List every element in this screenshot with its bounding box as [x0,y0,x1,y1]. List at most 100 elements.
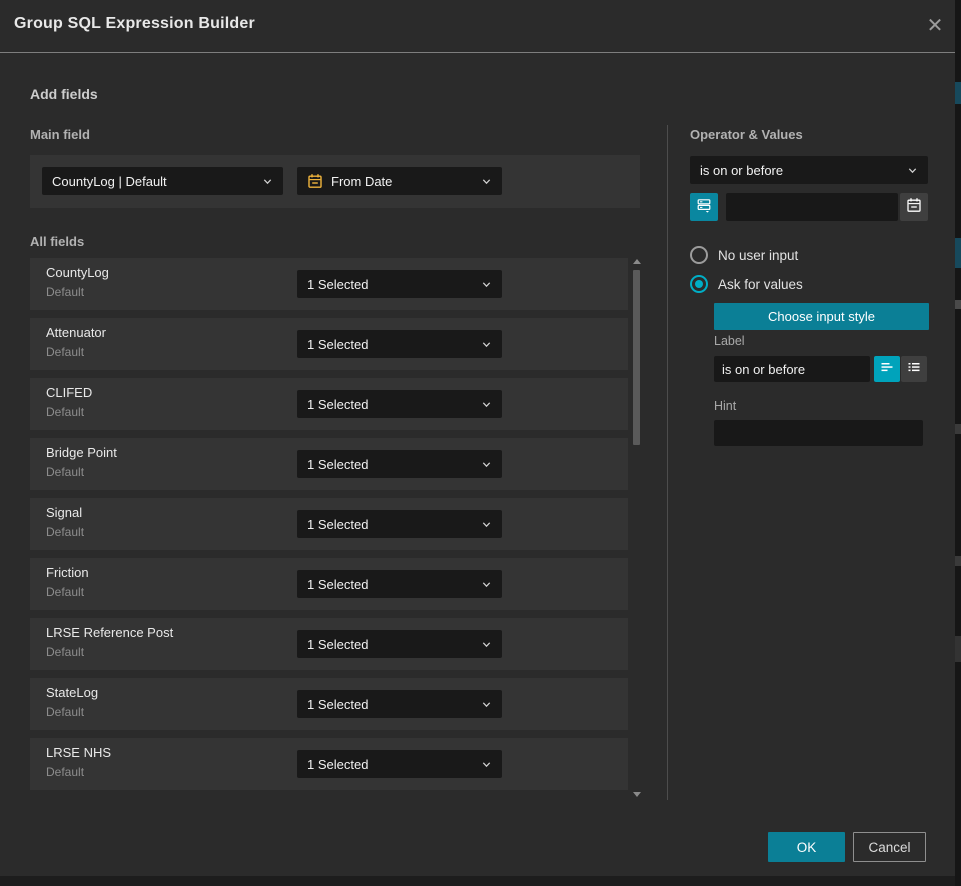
field-subtitle: Default [46,765,84,779]
ask-for-values-radio[interactable]: Ask for values [690,275,803,293]
chevron-down-icon [481,639,492,650]
hint-input[interactable] [714,420,923,446]
single-line-input-style-button[interactable] [874,356,900,382]
field-row: Attenuator Default 1 Selected [30,318,628,370]
value-input[interactable] [726,193,898,221]
scrollbar-down-arrow-icon[interactable] [633,792,641,797]
field-subtitle: Default [46,465,84,479]
field-row: Signal Default 1 Selected [30,498,628,550]
field-name: Bridge Point [46,445,117,460]
field-selected-value: 1 Selected [307,457,475,472]
layer-dropdown-value: CountyLog | Default [52,174,256,189]
field-name: LRSE Reference Post [46,625,173,640]
chevron-down-icon [481,519,492,530]
field-dropdown-value: From Date [331,174,475,189]
calendar-icon [307,173,323,189]
field-row: Friction Default 1 Selected [30,558,628,610]
label-input[interactable] [714,356,870,382]
field-selected-dropdown[interactable]: 1 Selected [297,570,502,598]
field-name: Attenuator [46,325,106,340]
field-selected-value: 1 Selected [307,277,475,292]
list-input-style-button[interactable] [901,356,927,382]
field-row: CLIFED Default 1 Selected [30,378,628,430]
field-subtitle: Default [46,585,84,599]
operator-dropdown-value: is on or before [700,163,901,178]
field-name: Friction [46,565,89,580]
field-selected-dropdown[interactable]: 1 Selected [297,510,502,538]
calendar-icon [906,197,922,218]
field-row: CountyLog Default 1 Selected [30,258,628,310]
background-app-bottom [0,876,955,886]
field-subtitle: Default [46,645,84,659]
field-selected-dropdown[interactable]: 1 Selected [297,450,502,478]
chevron-down-icon [481,759,492,770]
ask-for-values-label: Ask for values [718,277,803,292]
field-name: CLIFED [46,385,92,400]
chevron-down-icon [481,699,492,710]
field-selected-dropdown[interactable]: 1 Selected [297,390,502,418]
operator-dropdown[interactable]: is on or before [690,156,928,184]
hint-label: Hint [714,399,736,413]
field-selected-value: 1 Selected [307,757,475,772]
field-subtitle: Default [46,285,84,299]
chevron-down-icon [481,399,492,410]
input-type-selector-button[interactable] [690,193,718,221]
field-row: Bridge Point Default 1 Selected [30,438,628,490]
cancel-button[interactable]: Cancel [853,832,926,862]
field-name: LRSE NHS [46,745,111,760]
layer-dropdown[interactable]: CountyLog | Default [42,167,283,195]
field-selected-dropdown[interactable]: 1 Selected [297,330,502,358]
chevron-down-icon [907,165,918,176]
chevron-down-icon [481,339,492,350]
all-fields-list: CountyLog Default 1 Selected Attenuator Defa… [30,258,628,798]
chevron-down-icon [481,579,492,590]
field-name: StateLog [46,685,98,700]
field-subtitle: Default [46,525,84,539]
stacked-rows-icon [696,197,712,218]
date-picker-button[interactable] [900,193,928,221]
no-user-input-radio[interactable]: No user input [690,246,798,264]
panel-divider [667,125,668,800]
field-selected-dropdown[interactable]: 1 Selected [297,630,502,658]
align-left-icon [879,359,895,380]
group-sql-expression-builder-dialog: Group SQL Expression Builder ✕ Add field… [0,0,955,876]
field-row: StateLog Default 1 Selected [30,678,628,730]
field-subtitle: Default [46,705,84,719]
radio-selected-icon [690,275,708,293]
field-selected-value: 1 Selected [307,517,475,532]
field-selected-value: 1 Selected [307,637,475,652]
field-selected-value: 1 Selected [307,697,475,712]
field-subtitle: Default [46,345,84,359]
chevron-down-icon [481,459,492,470]
scrollbar-up-arrow-icon[interactable] [633,259,641,264]
choose-input-style-button[interactable]: Choose input style [714,303,929,330]
field-selected-dropdown[interactable]: 1 Selected [297,750,502,778]
field-selected-value: 1 Selected [307,337,475,352]
all-fields-heading: All fields [30,234,84,249]
field-selected-value: 1 Selected [307,397,475,412]
add-fields-heading: Add fields [30,86,98,102]
bullet-list-icon [906,359,922,380]
close-icon[interactable]: ✕ [922,13,948,39]
background-app-edge [955,0,961,886]
field-dropdown[interactable]: From Date [297,167,502,195]
field-name: CountyLog [46,265,109,280]
chevron-down-icon [262,176,273,187]
dialog-title: Group SQL Expression Builder [14,15,255,33]
title-bar: Group SQL Expression Builder ✕ [0,0,955,53]
radio-unselected-icon [690,246,708,264]
main-field-heading: Main field [30,127,90,142]
ok-button[interactable]: OK [768,832,845,862]
field-subtitle: Default [46,405,84,419]
field-selected-dropdown[interactable]: 1 Selected [297,270,502,298]
field-row: LRSE Reference Post Default 1 Selected [30,618,628,670]
field-row: LRSE NHS Default 1 Selected [30,738,628,790]
label-label: Label [714,334,745,348]
scrollbar-thumb[interactable] [633,270,640,445]
field-name: Signal [46,505,82,520]
operator-values-heading: Operator & Values [690,127,803,142]
field-selected-dropdown[interactable]: 1 Selected [297,690,502,718]
chevron-down-icon [481,279,492,290]
field-selected-value: 1 Selected [307,577,475,592]
chevron-down-icon [481,176,492,187]
